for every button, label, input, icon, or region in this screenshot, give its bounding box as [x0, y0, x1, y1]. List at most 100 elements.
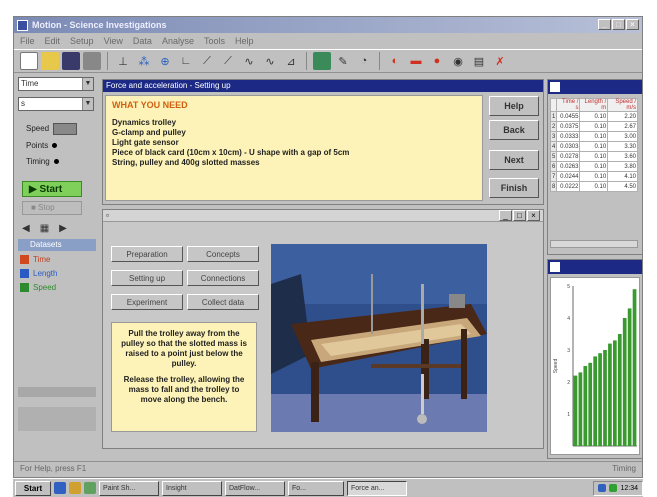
- minimize-button[interactable]: _: [598, 19, 611, 30]
- grid-icon[interactable]: ▦: [40, 223, 49, 234]
- open-folder-icon[interactable]: [41, 52, 59, 70]
- table-row[interactable]: 1 0.0455 0.10 2.20: [549, 111, 638, 122]
- area-icon[interactable]: ∿: [261, 52, 279, 70]
- points-dot-icon[interactable]: [52, 143, 58, 148]
- scale-icon[interactable]: ∟: [177, 52, 195, 70]
- close-button[interactable]: ×: [626, 19, 639, 30]
- back-arrow-icon[interactable]: ◀: [22, 223, 30, 234]
- new-file-icon[interactable]: [20, 52, 38, 70]
- unit-select[interactable]: s ▼: [18, 97, 94, 111]
- speed-row: Speed: [26, 123, 78, 135]
- chevron-down-icon[interactable]: ▼: [82, 98, 93, 110]
- finish-button[interactable]: Finish: [489, 178, 539, 198]
- sensor-icon[interactable]: ▬: [407, 52, 425, 70]
- pen-icon[interactable]: ✎: [334, 52, 352, 70]
- exit-icon[interactable]: ✗: [491, 52, 509, 70]
- taskbar-item[interactable]: Fo...: [288, 480, 344, 496]
- table-row[interactable]: 3 0.0333 0.10 3.00: [549, 131, 638, 142]
- network-icon[interactable]: [598, 484, 607, 492]
- refresh-icon[interactable]: ◔: [355, 52, 373, 70]
- taskbar-item[interactable]: Paint Sh...: [99, 480, 159, 496]
- start-menu-button[interactable]: Start: [15, 480, 51, 496]
- zoom-icon[interactable]: ⊕: [156, 52, 174, 70]
- table-cell: 0.10: [579, 131, 609, 142]
- menu-setup[interactable]: Setup: [70, 36, 94, 46]
- print-icon[interactable]: [83, 52, 101, 70]
- menu-file[interactable]: File: [20, 36, 35, 46]
- taskbar-item[interactable]: DatFlow...: [225, 480, 285, 496]
- dataset-label: Time: [33, 255, 51, 264]
- table-row[interactable]: 7 0.0244 0.10 4.10: [549, 171, 638, 182]
- table-scrollbar[interactable]: [550, 240, 638, 248]
- menu-data[interactable]: Data: [133, 36, 152, 46]
- chart-bar: [603, 350, 607, 446]
- step-concepts-button[interactable]: Concepts: [187, 246, 259, 262]
- trigger-icon[interactable]: ◐: [386, 52, 404, 70]
- graph-window: 1 2 3 4 5 Speed: [547, 259, 643, 459]
- chart-bar: [578, 372, 583, 446]
- stats-icon[interactable]: ⊿: [282, 52, 300, 70]
- taskbar-item[interactable]: Insight: [162, 480, 222, 496]
- maximize-button[interactable]: □: [612, 19, 625, 30]
- dataset-item[interactable]: Length: [20, 269, 57, 278]
- table-row[interactable]: 8 0.0222 0.10 4.50: [549, 181, 638, 192]
- timing-row: Timing: [26, 157, 59, 166]
- chart-bar: [588, 362, 593, 446]
- experiment-photo: [271, 244, 487, 432]
- save-icon[interactable]: [62, 52, 80, 70]
- status-help: For Help, press F1: [20, 464, 87, 473]
- table-row[interactable]: 2 0.0375 0.10 2.67: [549, 121, 638, 132]
- tangent-icon[interactable]: ⟋: [198, 52, 216, 70]
- table-icon[interactable]: ▤: [470, 52, 488, 70]
- dataset-item[interactable]: Speed: [20, 283, 56, 292]
- table-cell: 3.60: [607, 151, 638, 162]
- start-button[interactable]: ▶ Start: [22, 181, 82, 197]
- stop-button[interactable]: ■ Stop: [22, 201, 82, 215]
- panel-scrollbar[interactable]: [18, 387, 96, 397]
- timing-dot-icon[interactable]: [53, 159, 59, 164]
- fit-icon[interactable]: ⁂: [135, 52, 153, 70]
- forward-arrow-icon[interactable]: ▶: [59, 223, 67, 234]
- monitor-icon[interactable]: [313, 52, 331, 70]
- curve-icon[interactable]: ∿: [240, 52, 258, 70]
- browser-icon[interactable]: [54, 482, 66, 494]
- step-setting-up-button[interactable]: Setting up: [111, 270, 183, 286]
- folder-icon[interactable]: [69, 482, 81, 494]
- speed-toggle[interactable]: [53, 123, 78, 135]
- table-row[interactable]: 5 0.0278 0.10 3.60: [549, 151, 638, 162]
- back-button[interactable]: Back: [489, 120, 539, 140]
- step-connections-button[interactable]: Connections: [187, 270, 259, 286]
- step-experiment-button[interactable]: Experiment: [111, 294, 183, 310]
- menu-tools[interactable]: Tools: [204, 36, 225, 46]
- camera-icon[interactable]: ◉: [449, 52, 467, 70]
- minimize-button[interactable]: _: [499, 210, 512, 221]
- table-cell: 0.0333: [556, 131, 581, 142]
- dataset-item[interactable]: Time: [20, 255, 50, 264]
- maximize-button[interactable]: □: [513, 210, 526, 221]
- volume-icon[interactable]: [609, 484, 618, 492]
- taskbar-item-active[interactable]: Force an...: [347, 480, 407, 496]
- desktop-icon[interactable]: [84, 482, 96, 494]
- table-header: Speed / m/s: [607, 98, 638, 112]
- table-cell: 0.0303: [556, 141, 581, 152]
- chevron-down-icon[interactable]: ▼: [82, 78, 93, 90]
- menu-view[interactable]: View: [104, 36, 123, 46]
- menu-bar: File Edit Setup View Data Analyse Tools …: [14, 33, 642, 49]
- close-button[interactable]: ×: [527, 210, 540, 221]
- step-preparation-button[interactable]: Preparation: [111, 246, 183, 262]
- record-icon[interactable]: ●: [428, 52, 446, 70]
- gradient-icon[interactable]: ⟋: [219, 52, 237, 70]
- table-row[interactable]: 6 0.0263 0.10 3.80: [549, 161, 638, 172]
- measurement-select[interactable]: Time ▼: [18, 77, 94, 91]
- table-cell: 3.30: [607, 141, 638, 152]
- table-cell: 2.67: [607, 121, 638, 132]
- help-button[interactable]: Help: [489, 96, 539, 116]
- table-row[interactable]: 4 0.0303 0.10 3.30: [549, 141, 638, 152]
- step-collect-data-button[interactable]: Collect data: [187, 294, 259, 310]
- menu-analyse[interactable]: Analyse: [162, 36, 194, 46]
- next-button[interactable]: Next: [489, 150, 539, 170]
- menu-edit[interactable]: Edit: [45, 36, 61, 46]
- menu-help[interactable]: Help: [235, 36, 254, 46]
- axis-icon[interactable]: ⊥: [114, 52, 132, 70]
- clock: 12:34: [620, 484, 638, 492]
